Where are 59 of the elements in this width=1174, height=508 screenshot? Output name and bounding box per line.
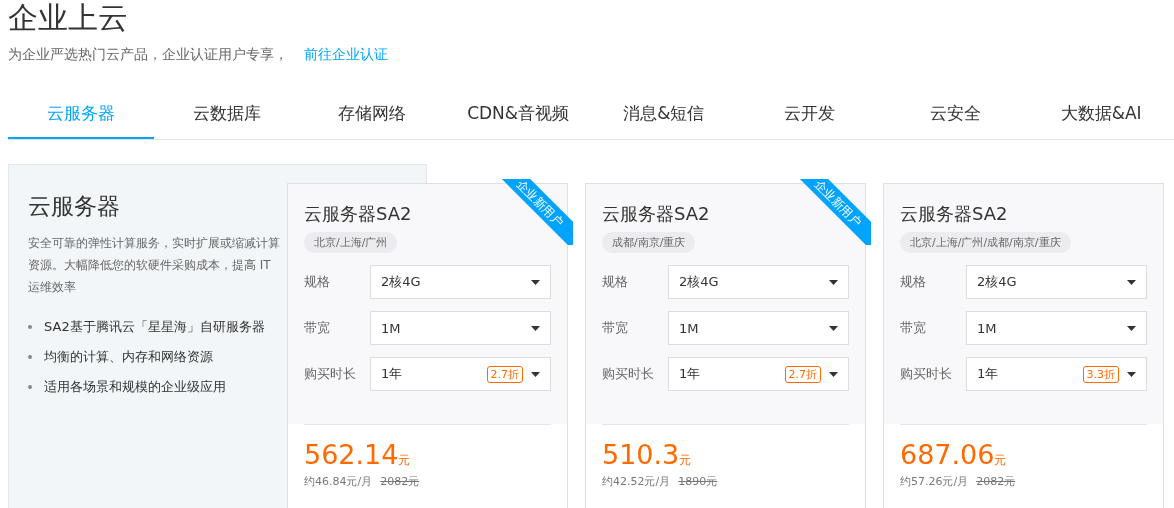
option-label: 带宽 [602,319,629,337]
caret-icon [1127,279,1136,285]
option-select[interactable]: 1年 3.3折 [966,357,1147,391]
option-label: 规格 [602,273,629,291]
page-subtitle: 为企业严选热门云产品，企业认证用户专享， [8,46,288,64]
option-label: 规格 [304,273,331,291]
option-label: 带宽 [900,319,927,337]
option-select[interactable]: 1年 2.7折 [370,357,551,391]
option-select[interactable]: 1年 2.7折 [668,357,849,391]
category-tab[interactable]: 消息&短信 [591,94,737,139]
price-amount: 562.14 [304,439,399,470]
price-amount: 510.3 [602,439,680,470]
monthly-price: 约57.26元/月 [900,474,969,489]
category-tab[interactable]: 大数据&AI [1028,94,1174,139]
category-tab[interactable]: 云开发 [736,94,883,139]
original-price: 2082元 [380,474,420,489]
region-tag: 成都/南京/重庆 [602,232,696,253]
caret-icon [531,325,540,331]
option-select[interactable]: 2核4G [370,265,551,299]
product-name: 云服务器SA2 [304,202,412,226]
category-tab[interactable]: 云数据库 [153,94,300,139]
region-tag: 北京/上海/广州/成都/南京/重庆 [900,232,1071,253]
price-unit: 元 [679,453,692,467]
caret-icon [829,371,838,377]
category-tab[interactable]: 云安全 [882,94,1029,139]
intro-description: 安全可靠的弹性计算服务，实时扩展或缩减计算资源。大幅降低您的软硬件采购成本，提高 IT 运维效率 [28,235,281,296]
region-tag: 北京/上海/广州 [304,232,398,253]
option-label: 购买时长 [602,365,655,383]
intro-title: 云服务器 [28,192,120,221]
product-name: 云服务器SA2 [900,202,1008,226]
option-select[interactable]: 1M [668,311,849,345]
price-unit: 元 [398,453,411,467]
feature-text: 适用各场景和规模的企业级应用 [44,378,226,396]
original-price: 1890元 [678,474,718,489]
option-label: 规格 [900,273,927,291]
page-title: 企业上云 [7,0,129,36]
caret-icon [1127,325,1136,331]
caret-icon [531,279,540,285]
option-label: 购买时长 [900,365,953,383]
price-amount: 687.06 [900,439,995,470]
feature-text: 均衡的计算、内存和网络资源 [44,348,213,366]
monthly-price: 约42.52元/月 [602,474,671,489]
price-unit: 元 [994,453,1007,467]
caret-icon [531,371,540,377]
category-tab[interactable]: 存储网络 [299,94,446,139]
monthly-price: 约46.84元/月 [304,474,373,489]
product-name: 云服务器SA2 [602,202,710,226]
category-tab[interactable]: CDN&音视频 [445,94,591,139]
option-select[interactable]: 1M [966,311,1147,345]
caret-icon [1127,371,1136,377]
option-select[interactable]: 1M [370,311,551,345]
option-label: 购买时长 [304,365,357,383]
option-label: 带宽 [304,319,331,337]
feature-text: SA2基于腾讯云「星星海」自研服务器 [44,318,265,336]
original-price: 2082元 [976,474,1016,489]
caret-icon [829,279,838,285]
caret-icon [829,325,838,331]
option-select[interactable]: 2核4G [668,265,849,299]
option-select[interactable]: 2核4G [966,265,1147,299]
